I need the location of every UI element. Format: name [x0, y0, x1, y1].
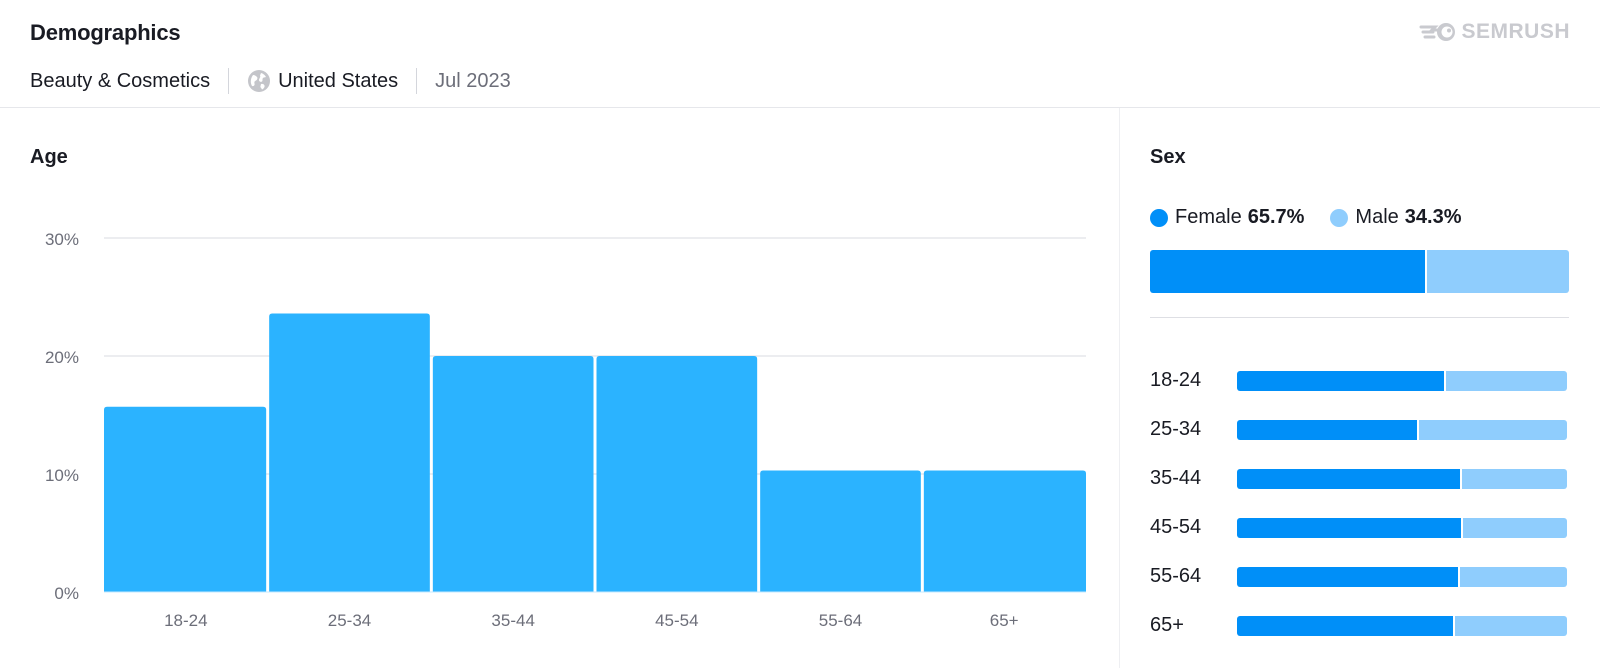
sex-age-bar[interactable]	[1237, 419, 1567, 440]
age-bar-65+[interactable]	[923, 470, 1086, 592]
semrush-logo: SEMRUSH	[1419, 20, 1570, 44]
y-tick-label: 30%	[45, 230, 79, 249]
sex-age-bar[interactable]	[1237, 566, 1567, 587]
female-segment	[1237, 615, 1454, 636]
sex-divider	[1150, 317, 1569, 318]
sex-total-bar	[1150, 250, 1569, 293]
meta-divider	[416, 68, 418, 94]
female-segment	[1237, 566, 1459, 587]
semrush-fireball-icon	[1419, 23, 1456, 41]
sex-age-label: 18-24	[1150, 369, 1202, 391]
page-title: Demographics	[30, 20, 181, 45]
female-segment	[1237, 370, 1444, 391]
category-label: Beauty & Cosmetics	[30, 69, 211, 92]
legend-female-value: 65.7%	[1247, 206, 1305, 228]
sex-title: Sex	[1150, 146, 1186, 168]
date-label: Jul 2023	[435, 69, 511, 92]
sex-age-label: 45-54	[1150, 516, 1202, 538]
age-bar-25-34[interactable]	[269, 313, 430, 592]
x-tick-label: 35-44	[491, 611, 534, 630]
sex-age-row: 45-54	[1150, 503, 1569, 552]
y-tick-label: 10%	[45, 466, 79, 485]
globe-icon	[248, 70, 271, 92]
sex-age-row: 25-34	[1150, 405, 1569, 454]
x-tick-label: 65+	[990, 611, 1019, 630]
sex-age-row: 35-44	[1150, 454, 1569, 503]
male-segment	[1458, 566, 1567, 587]
sex-age-label: 65+	[1150, 614, 1184, 636]
sex-age-bar[interactable]	[1237, 615, 1567, 636]
x-tick-label: 25-34	[328, 611, 371, 630]
male-segment	[1443, 370, 1567, 391]
female-share-segment	[1150, 250, 1426, 293]
sex-legend: Female 65.7% Male 34.3%	[1150, 206, 1488, 229]
male-dot-icon	[1330, 208, 1349, 227]
y-tick-label: 20%	[45, 348, 79, 367]
legend-male-value: 34.3%	[1404, 206, 1462, 228]
female-segment	[1237, 517, 1461, 538]
sex-by-age-list: 18-24 25-34 35-44 45-54 55-64 65+	[1150, 356, 1569, 650]
sex-age-row: 18-24	[1150, 356, 1569, 405]
age-chart-title: Age	[30, 146, 68, 168]
y-tick-label: 0%	[54, 584, 79, 603]
legend-male-label: Male	[1355, 206, 1399, 228]
panel-divider	[1119, 108, 1120, 668]
age-bar-35-44[interactable]	[432, 356, 594, 592]
age-bar-45-54[interactable]	[596, 356, 758, 592]
header: Demographics Beauty & Cosmetics United S…	[0, 0, 1600, 108]
sex-age-bar[interactable]	[1237, 517, 1567, 538]
x-tick-label: 18-24	[164, 611, 207, 630]
legend-female-label: Female	[1175, 206, 1242, 228]
legend-female: Female 65.7%	[1150, 206, 1304, 229]
male-segment	[1460, 517, 1567, 538]
age-bar-55-64[interactable]	[760, 470, 921, 592]
meta-divider	[228, 68, 230, 94]
sex-age-row: 65+	[1150, 601, 1569, 650]
male-share-segment	[1425, 250, 1569, 293]
female-segment	[1237, 468, 1461, 489]
x-tick-label: 55-64	[819, 611, 862, 630]
sex-age-row: 55-64	[1150, 552, 1569, 601]
country-label: United States	[278, 69, 399, 92]
female-dot-icon	[1150, 208, 1168, 227]
sex-age-label: 55-64	[1150, 565, 1202, 587]
age-bar-chart: 0% 10% 20% 30% 18-24 25-34 35-44 45-54 55-64 65+	[45, 230, 1086, 630]
x-tick-label: 45-54	[655, 611, 698, 630]
legend-male: Male 34.3%	[1330, 206, 1462, 229]
male-segment	[1416, 419, 1567, 440]
report-meta: Beauty & Cosmetics United States Jul 202…	[30, 67, 511, 95]
sex-age-bar[interactable]	[1237, 468, 1567, 489]
sex-age-label: 35-44	[1150, 467, 1202, 489]
male-segment	[1460, 468, 1567, 489]
sex-age-bar[interactable]	[1237, 370, 1567, 391]
sex-age-label: 25-34	[1150, 418, 1202, 440]
female-segment	[1237, 419, 1417, 440]
male-segment	[1453, 615, 1567, 636]
age-bar-18-24[interactable]	[104, 406, 267, 592]
brand-name: SEMRUSH	[1461, 20, 1570, 43]
